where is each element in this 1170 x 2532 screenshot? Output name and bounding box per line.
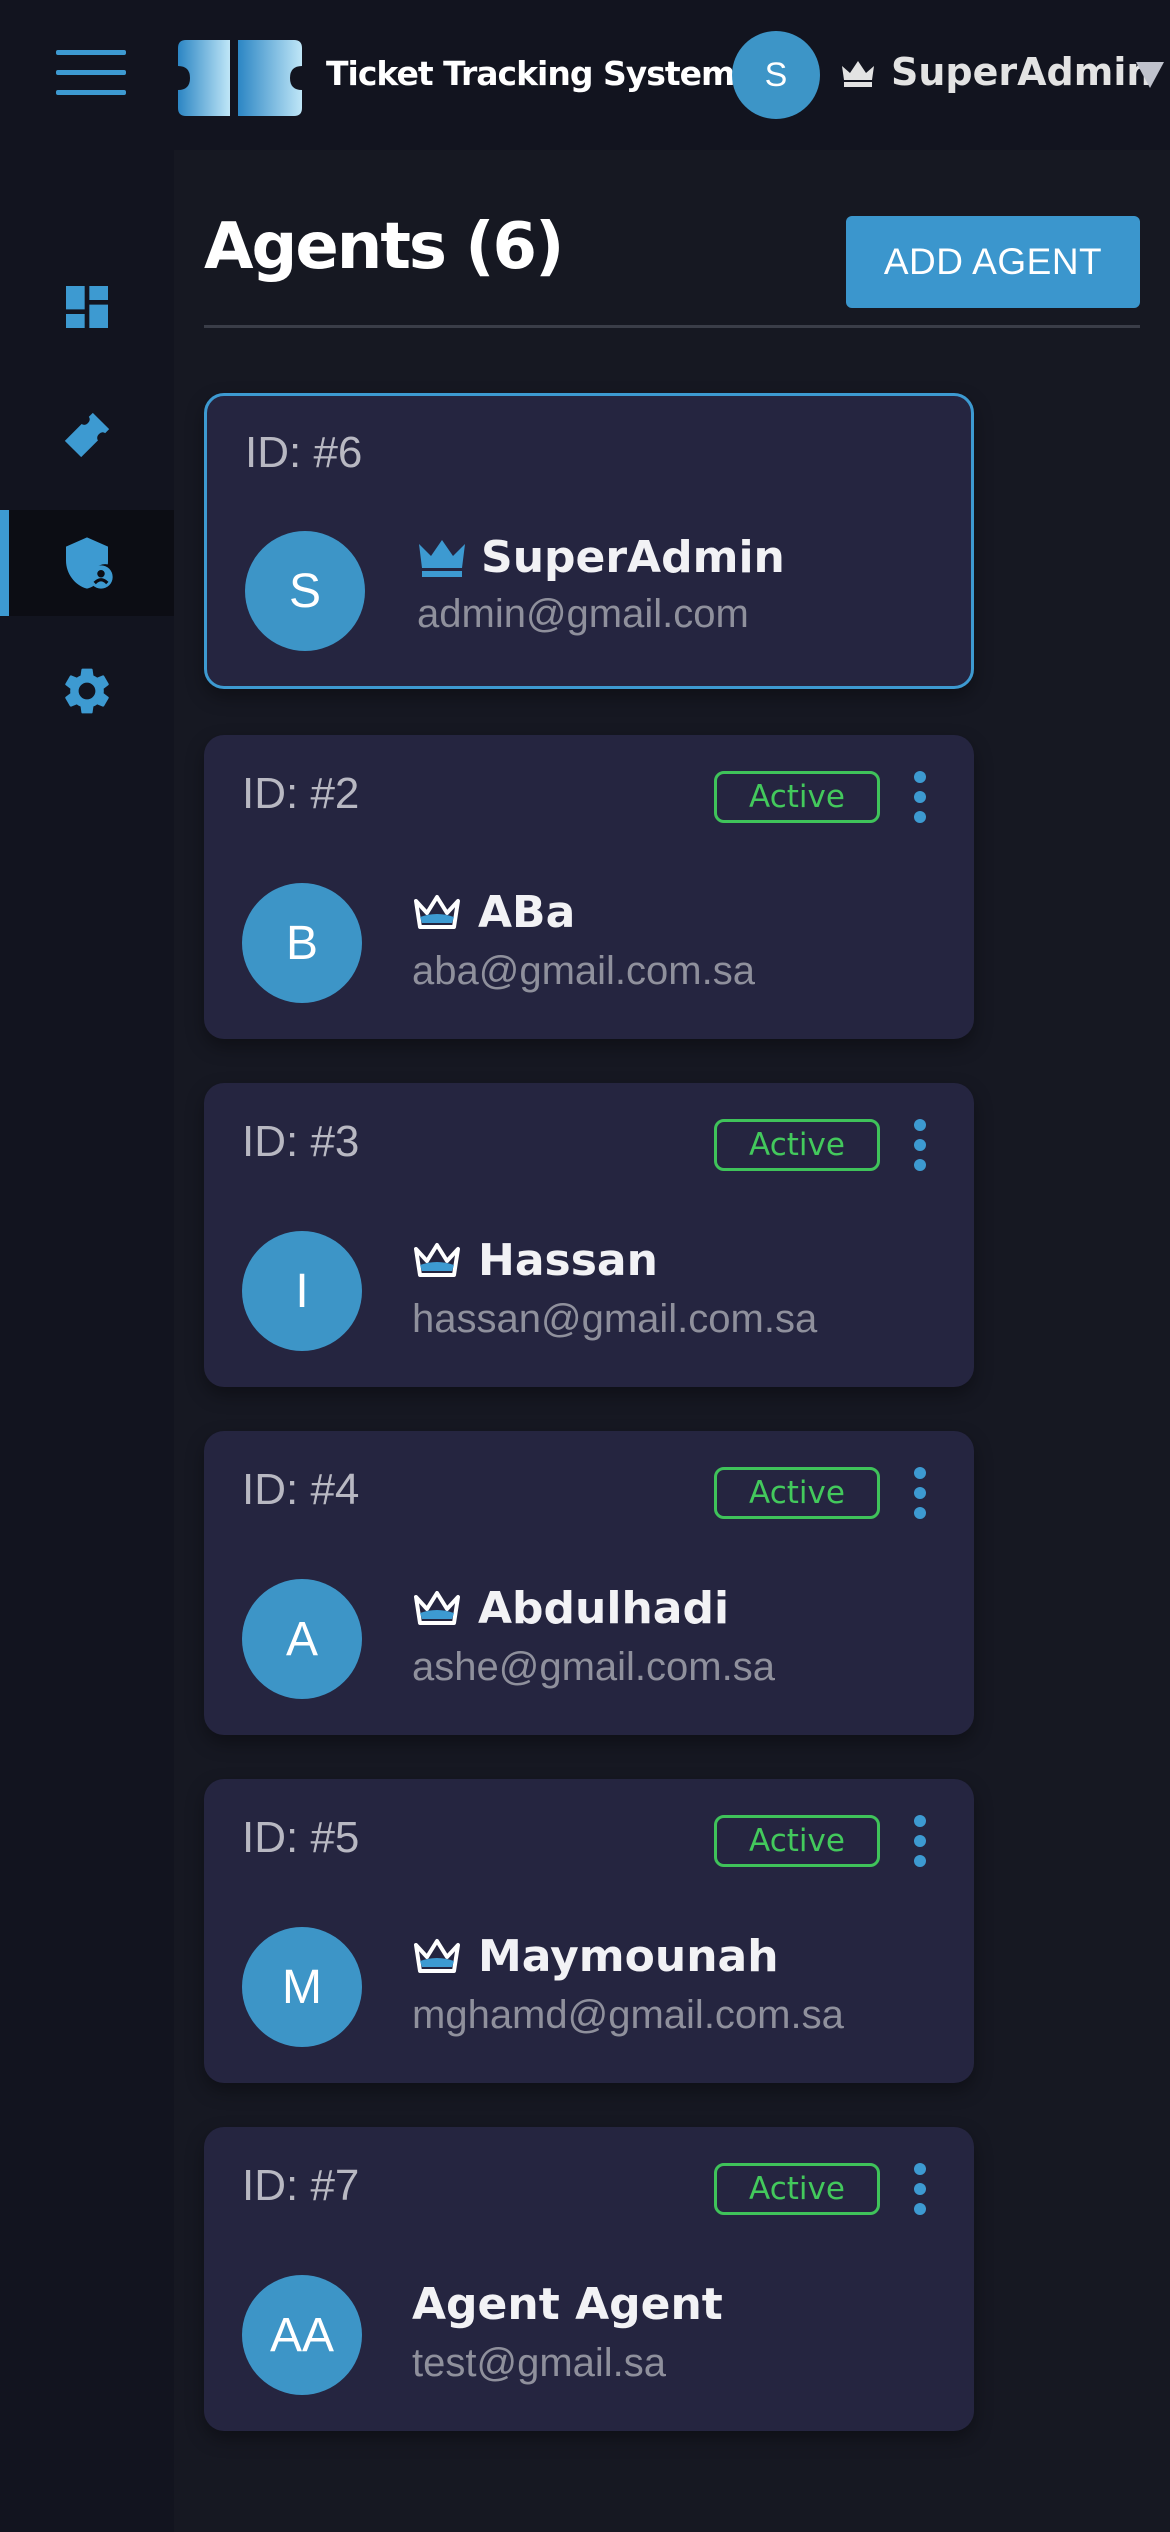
app-root: Ticket Tracking System S SuperAdmin Agen… bbox=[0, 0, 1170, 2532]
more-options-icon[interactable] bbox=[908, 1815, 932, 1871]
status-badge: Active bbox=[714, 2163, 880, 2215]
dashboard-icon bbox=[66, 286, 108, 328]
sidebar-item-settings[interactable] bbox=[0, 638, 174, 744]
chevron-down-icon[interactable] bbox=[1136, 62, 1164, 88]
more-options-icon[interactable] bbox=[908, 2163, 932, 2219]
app-title: Ticket Tracking System bbox=[326, 54, 735, 93]
agent-card[interactable]: ID: #5 Active M Maymounah mghamd@gmail.c… bbox=[204, 1779, 974, 2083]
agent-name: SuperAdmin bbox=[481, 532, 785, 583]
agent-email: aba@gmail.com.sa bbox=[412, 949, 755, 993]
status-badge: Active bbox=[714, 1815, 880, 1867]
agents-shield-icon bbox=[66, 537, 113, 589]
agent-avatar: M bbox=[242, 1927, 362, 2047]
crown-outline-icon bbox=[414, 895, 460, 929]
sidebar-item-agents[interactable] bbox=[0, 510, 174, 616]
user-name[interactable]: SuperAdmin bbox=[891, 50, 1153, 94]
agent-avatar: B bbox=[242, 883, 362, 1003]
main-content: Agents (6) ADD AGENT ID: #6 S SuperAdmin… bbox=[174, 150, 1170, 2532]
crown-outline-icon bbox=[414, 1591, 460, 1625]
agent-id: ID: #4 bbox=[242, 1465, 360, 1514]
agent-name: Abdulhadi bbox=[478, 1583, 730, 1634]
sidebar-item-dashboard[interactable] bbox=[0, 254, 174, 360]
status-badge: Active bbox=[714, 771, 880, 823]
agent-name: Hassan bbox=[478, 1235, 658, 1286]
sidebar-item-tickets[interactable] bbox=[0, 382, 174, 488]
agent-avatar: I bbox=[242, 1231, 362, 1351]
crown-filled-icon bbox=[419, 540, 465, 577]
status-badge: Active bbox=[714, 1467, 880, 1519]
agent-email: admin@gmail.com bbox=[417, 592, 749, 636]
agent-id: ID: #5 bbox=[242, 1813, 360, 1862]
status-badge: Active bbox=[714, 1119, 880, 1171]
agent-card[interactable]: ID: #2 Active B ABa aba@gmail.com.sa bbox=[204, 735, 974, 1039]
agent-name: Maymounah bbox=[478, 1931, 779, 1982]
ticket-icon bbox=[64, 412, 110, 458]
more-options-icon[interactable] bbox=[908, 771, 932, 827]
agent-name: Agent Agent bbox=[412, 2279, 723, 2330]
agent-card[interactable]: ID: #4 Active A Abdulhadi ashe@gmail.com… bbox=[204, 1431, 974, 1735]
agent-id: ID: #2 bbox=[242, 769, 360, 818]
agent-id: ID: #7 bbox=[242, 2161, 360, 2210]
menu-hamburger-icon[interactable] bbox=[56, 46, 128, 100]
agent-email: test@gmail.sa bbox=[412, 2341, 667, 2385]
agent-email: ashe@gmail.com.sa bbox=[412, 1645, 775, 1689]
agent-avatar: A bbox=[242, 1579, 362, 1699]
agent-id: ID: #6 bbox=[245, 428, 363, 477]
more-options-icon[interactable] bbox=[908, 1467, 932, 1523]
top-app-bar: Ticket Tracking System S SuperAdmin bbox=[0, 0, 1170, 150]
agent-card[interactable]: ID: #6 S SuperAdmin admin@gmail.com bbox=[204, 393, 974, 689]
sidebar-nav bbox=[0, 150, 174, 2532]
agent-card[interactable]: ID: #7 Active AA Agent Agent test@gmail.… bbox=[204, 2127, 974, 2431]
agent-name: ABa bbox=[478, 887, 576, 938]
page-title: Agents (6) bbox=[204, 210, 564, 284]
settings-gear-icon bbox=[65, 668, 109, 714]
crown-outline-icon bbox=[414, 1939, 460, 1973]
ticket-logo-icon bbox=[178, 40, 302, 116]
add-agent-button[interactable]: ADD AGENT bbox=[846, 216, 1140, 308]
crown-outline-icon bbox=[414, 1243, 460, 1277]
user-avatar[interactable]: S bbox=[732, 31, 820, 119]
more-options-icon[interactable] bbox=[908, 1119, 932, 1175]
agent-email: mghamd@gmail.com.sa bbox=[412, 1993, 844, 2037]
divider bbox=[204, 325, 1140, 328]
agent-avatar: AA bbox=[242, 2275, 362, 2395]
agent-card[interactable]: ID: #3 Active I Hassan hassan@gmail.com.… bbox=[204, 1083, 974, 1387]
crown-icon bbox=[842, 61, 874, 87]
agent-id: ID: #3 bbox=[242, 1117, 360, 1166]
agent-email: hassan@gmail.com.sa bbox=[412, 1297, 818, 1341]
agent-avatar: S bbox=[245, 531, 365, 651]
